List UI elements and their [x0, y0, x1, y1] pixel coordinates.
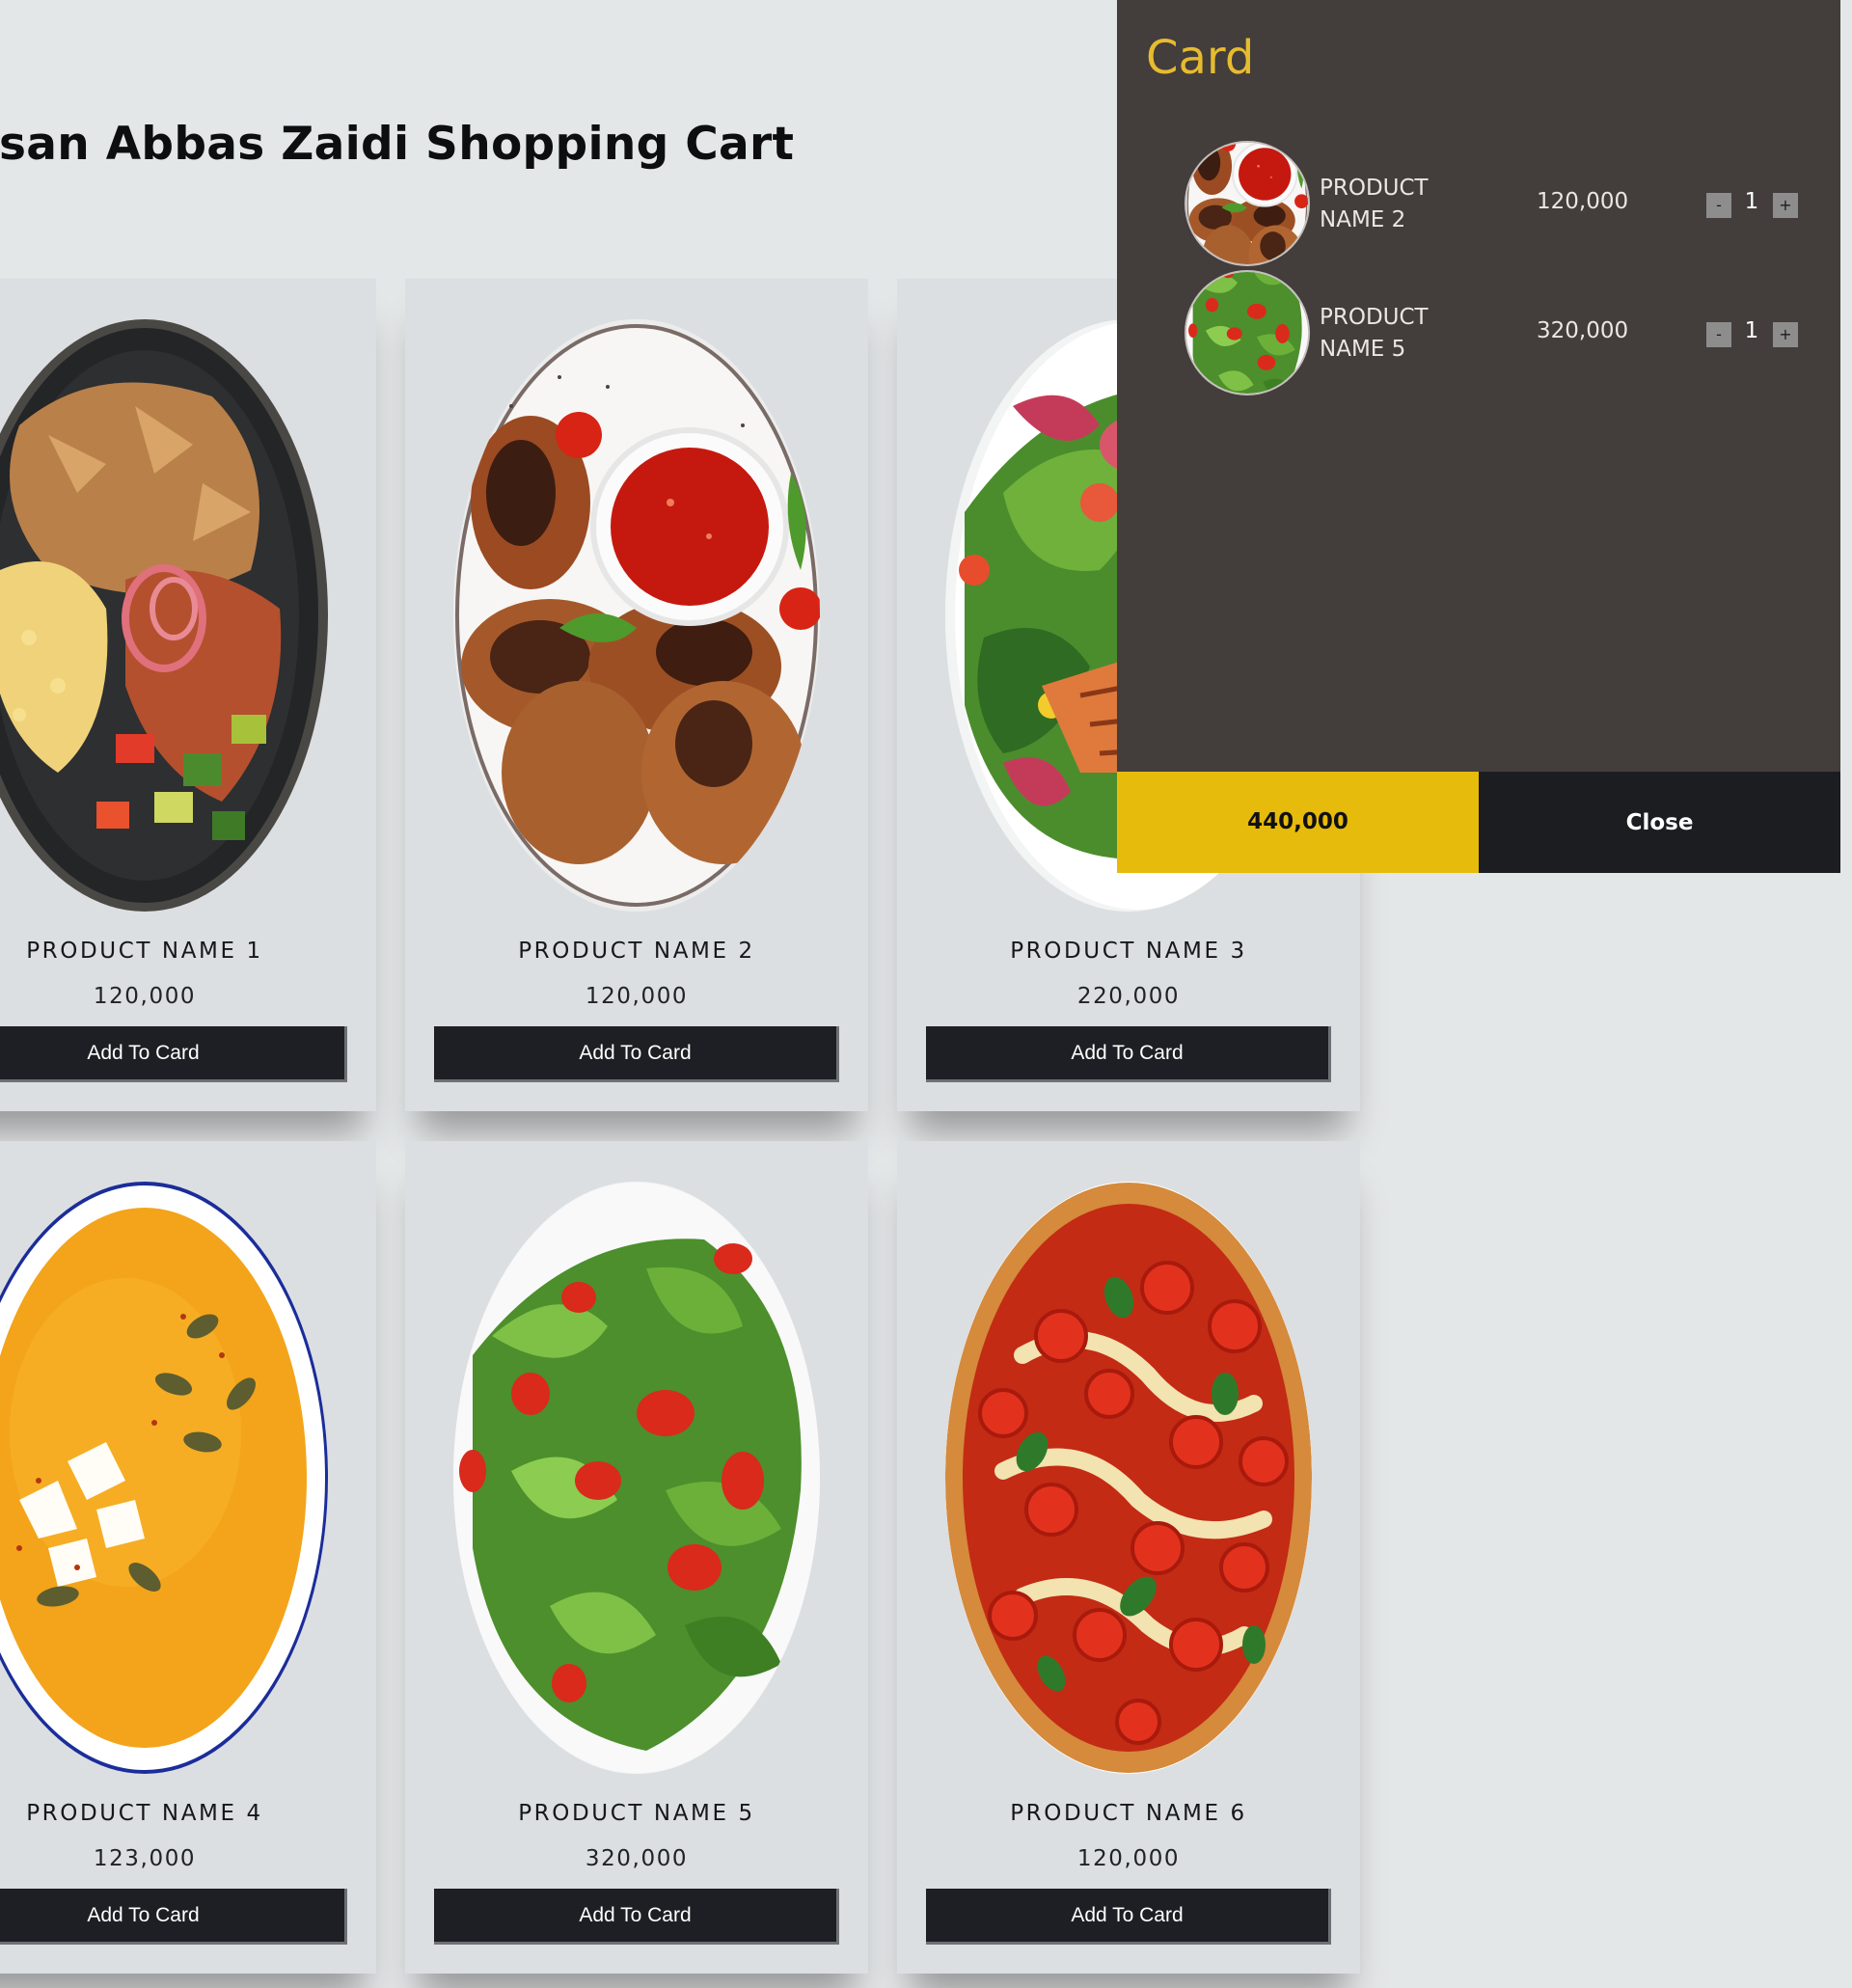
product-image-1 — [0, 319, 328, 912]
add-to-card-button[interactable]: Add To Card — [926, 1889, 1331, 1945]
product-name: PRODUCT NAME 1 — [26, 939, 263, 964]
product-card-4: PRODUCT NAME 4 123,000 Add To Card — [0, 1141, 376, 1974]
cart-item-thumbnail — [1186, 272, 1308, 394]
product-name: PRODUCT NAME 3 — [1010, 939, 1247, 964]
cart-item-quantity: 1 — [1744, 189, 1759, 214]
product-price: 120,000 — [93, 984, 197, 1009]
cart-item-name: PRODUCT NAME 5 — [1320, 305, 1429, 362]
product-name: PRODUCT NAME 6 — [1010, 1801, 1247, 1826]
cart-total: 440,000 — [1117, 772, 1479, 873]
add-to-card-button[interactable]: Add To Card — [0, 1026, 347, 1082]
cart-panel: Card PRODUCT NAME 2 120,000 - 1 + PRODUC… — [1117, 0, 1840, 873]
cart-item: PRODUCT NAME 5 320,000 - 1 + — [1117, 272, 1840, 401]
cart-item-name: PRODUCT NAME 2 — [1320, 176, 1429, 232]
cart-title: Card — [1146, 31, 1255, 85]
close-button[interactable]: Close — [1479, 772, 1840, 873]
product-price: 220,000 — [1076, 984, 1181, 1009]
product-image-2 — [453, 319, 820, 912]
product-image-6 — [945, 1182, 1312, 1774]
product-card-2: PRODUCT NAME 2 120,000 Add To Card — [405, 279, 868, 1111]
product-price: 120,000 — [585, 984, 689, 1009]
product-name: PRODUCT NAME 5 — [518, 1801, 755, 1826]
decrease-quantity-button[interactable]: - — [1706, 193, 1731, 218]
increase-quantity-button[interactable]: + — [1773, 193, 1798, 218]
product-price: 123,000 — [93, 1846, 197, 1871]
add-to-card-button[interactable]: Add To Card — [434, 1889, 839, 1945]
product-name: PRODUCT NAME 4 — [26, 1801, 263, 1826]
cart-item-price: 120,000 — [1537, 189, 1629, 214]
add-to-card-button[interactable]: Add To Card — [926, 1026, 1331, 1082]
product-image-5 — [453, 1182, 820, 1774]
product-name: PRODUCT NAME 2 — [518, 939, 755, 964]
cart-item: PRODUCT NAME 2 120,000 - 1 + — [1117, 143, 1840, 272]
cart-item-thumbnail — [1186, 143, 1308, 264]
cart-item-list: PRODUCT NAME 2 120,000 - 1 + PRODUCT NAM… — [1117, 143, 1840, 401]
increase-quantity-button[interactable]: + — [1773, 322, 1798, 347]
cart-item-quantity: 1 — [1744, 318, 1759, 343]
product-price: 120,000 — [1076, 1846, 1181, 1871]
product-price: 320,000 — [585, 1846, 689, 1871]
add-to-card-button[interactable]: Add To Card — [0, 1889, 347, 1945]
page-title: san Abbas Zaidi Shopping Cart — [0, 118, 795, 171]
product-image-4 — [0, 1182, 328, 1774]
add-to-card-button[interactable]: Add To Card — [434, 1026, 839, 1082]
decrease-quantity-button[interactable]: - — [1706, 322, 1731, 347]
cart-item-price: 320,000 — [1537, 318, 1629, 343]
product-card-1: PRODUCT NAME 1 120,000 Add To Card — [0, 279, 376, 1111]
product-card-5: PRODUCT NAME 5 320,000 Add To Card — [405, 1141, 868, 1974]
product-card-6: PRODUCT NAME 6 120,000 Add To Card — [897, 1141, 1360, 1974]
